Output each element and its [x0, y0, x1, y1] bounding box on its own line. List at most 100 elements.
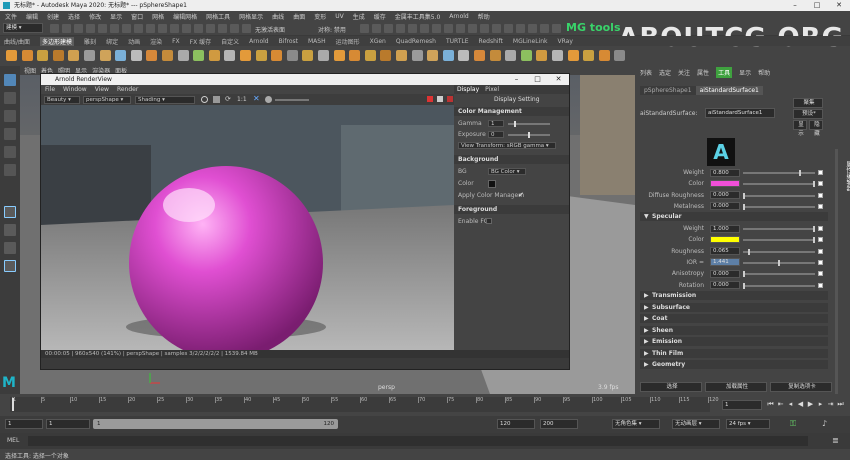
status-tool-icon[interactable]: [360, 24, 369, 33]
show-button[interactable]: 显示: [793, 120, 807, 137]
collapsed-section[interactable]: ▶ Transmission: [640, 291, 828, 300]
shelf-tab[interactable]: FX 缓存: [190, 37, 211, 46]
menu-item[interactable]: 编辑网格: [173, 12, 197, 21]
status-tool-icon[interactable]: [122, 24, 131, 33]
attr-slider-handle[interactable]: [743, 192, 745, 199]
renderview-menu-item[interactable]: Window: [63, 86, 87, 93]
shelf-tab[interactable]: Bifrost: [279, 38, 298, 45]
apply-cm-checkbox[interactable]: ✔: [518, 191, 524, 199]
renderview-menu-item[interactable]: View: [95, 86, 109, 93]
shelf-tab[interactable]: 运动图形: [336, 37, 360, 46]
menu-item[interactable]: Arnold: [449, 13, 468, 20]
status-tool-icon[interactable]: [456, 24, 465, 33]
shelf-tool-icon[interactable]: [193, 50, 205, 61]
status-tool-icon[interactable]: [170, 24, 179, 33]
shelf-tab[interactable]: Redshift: [479, 38, 503, 45]
select-button[interactable]: 选择: [640, 382, 702, 392]
attr-slider-handle[interactable]: [813, 226, 815, 232]
background-header[interactable]: Background: [454, 155, 569, 164]
status-tool-icon[interactable]: [110, 24, 119, 33]
shelf-tool-icon[interactable]: [583, 50, 595, 61]
menu-item[interactable]: 显示: [110, 12, 122, 21]
scale-tool[interactable]: [4, 164, 16, 176]
time-cursor[interactable]: [12, 398, 14, 411]
playback-start-field[interactable]: 1: [46, 419, 90, 429]
shelf-tool-icon[interactable]: [224, 50, 236, 61]
step-forward-key-button[interactable]: ⇥: [826, 400, 835, 409]
menu-item[interactable]: 曲面: [293, 12, 305, 21]
attr-map-button[interactable]: [818, 181, 823, 187]
renderview-menu-item[interactable]: Render: [117, 86, 138, 93]
menu-item[interactable]: 编辑: [26, 12, 38, 21]
exposure-field[interactable]: 0: [488, 131, 504, 138]
attr-value-field[interactable]: 0.000: [710, 191, 740, 200]
attr-slider[interactable]: [743, 172, 815, 174]
shelf-tool-icon[interactable]: [349, 50, 361, 61]
shelf-tab[interactable]: 自定义: [221, 37, 239, 46]
ae-scrollbar[interactable]: [835, 149, 838, 399]
node-tab-shape[interactable]: pSphereShape1: [640, 86, 696, 95]
attr-slider[interactable]: [743, 228, 815, 230]
maximize-button[interactable]: □: [806, 0, 828, 11]
status-tool-icon[interactable]: [74, 24, 83, 33]
menu-item[interactable]: 金属丰工具集5.0: [395, 12, 441, 21]
shelf-tab[interactable]: VRay: [558, 38, 573, 45]
collapsed-section[interactable]: ▶ Thin Film: [640, 348, 828, 358]
menu-item[interactable]: 网格显示: [239, 12, 263, 21]
attr-value-field[interactable]: 0.800: [710, 168, 740, 177]
status-tool-icon[interactable]: [504, 24, 513, 33]
command-input[interactable]: [28, 436, 808, 446]
character-set-select[interactable]: 无角色集 ▾: [612, 419, 660, 429]
copy-tab-button[interactable]: 复制选项卡: [770, 382, 832, 392]
status-tool-icon[interactable]: [420, 24, 429, 33]
ae-menu-tab[interactable]: 选定: [659, 68, 671, 77]
status-tool-icon[interactable]: [86, 24, 95, 33]
ae-menu-tab[interactable]: 显示: [739, 68, 751, 77]
attr-value-field[interactable]: 1.441: [710, 258, 740, 267]
ae-menu-tab[interactable]: 帮助: [758, 68, 770, 77]
status-tool-icon[interactable]: [372, 24, 381, 33]
status-tool-icon[interactable]: [540, 24, 549, 33]
step-forward-button[interactable]: ▸: [816, 400, 825, 409]
go-to-start-button[interactable]: ⏮: [766, 400, 775, 409]
attr-value-field[interactable]: 0.065: [710, 247, 740, 256]
status-tool-icon[interactable]: [516, 24, 525, 33]
menu-item[interactable]: 创建: [47, 12, 59, 21]
attr-map-button[interactable]: [818, 271, 823, 277]
current-frame-field[interactable]: 1: [722, 400, 762, 410]
status-tool-icon[interactable]: [396, 24, 405, 33]
collapsed-section[interactable]: ▶ Subsurface: [640, 302, 828, 312]
shelf-tool-icon[interactable]: [505, 50, 517, 61]
time-slider[interactable]: 1 5 10 15 20 25 30 35 40 45 50 55 60 65 70 75 80 85 90 95 10…: [0, 394, 850, 416]
script-editor-icon[interactable]: ≣: [832, 436, 839, 445]
status-tool-icon[interactable]: [408, 24, 417, 33]
camera-select[interactable]: perspShape ▾: [83, 96, 131, 104]
shelf-tool-icon[interactable]: [567, 50, 579, 61]
collapsed-section[interactable]: ▶ Coat: [640, 314, 828, 323]
shelf-tool-icon[interactable]: [115, 50, 127, 61]
shelf-tool-icon[interactable]: [364, 50, 376, 61]
shelf-tool-icon[interactable]: [536, 50, 548, 61]
symmetry-label[interactable]: 对称: 禁用: [318, 25, 346, 34]
shelf-tool-icon[interactable]: [333, 50, 345, 61]
move-tool[interactable]: [4, 128, 16, 140]
minimize-button[interactable]: –: [784, 0, 806, 11]
attr-color-slider-handle[interactable]: [813, 237, 815, 244]
shelf-tool-icon[interactable]: [84, 50, 95, 61]
rv-minimize-button[interactable]: –: [506, 74, 527, 85]
shelf-tool-icon[interactable]: [162, 50, 173, 61]
menu-item[interactable]: 选择: [68, 12, 80, 21]
mode-select[interactable]: 建模 ▾: [3, 23, 43, 33]
attr-slider[interactable]: [743, 284, 815, 287]
attr-color-slider-handle[interactable]: [813, 181, 815, 188]
shelf-tool-icon[interactable]: [177, 50, 189, 61]
stop-render-icon[interactable]: [427, 96, 433, 102]
status-tool-icon[interactable]: [194, 24, 203, 33]
rv-maximize-button[interactable]: □: [527, 74, 548, 85]
crop-icon[interactable]: ✕: [253, 94, 260, 103]
shelf-tool-icon[interactable]: [552, 50, 563, 61]
shelf-tool-icon[interactable]: [302, 50, 314, 61]
playback-end-field[interactable]: 120: [497, 419, 535, 429]
status-tool-icon[interactable]: [50, 24, 59, 33]
shelf-tool-icon[interactable]: [130, 50, 142, 61]
